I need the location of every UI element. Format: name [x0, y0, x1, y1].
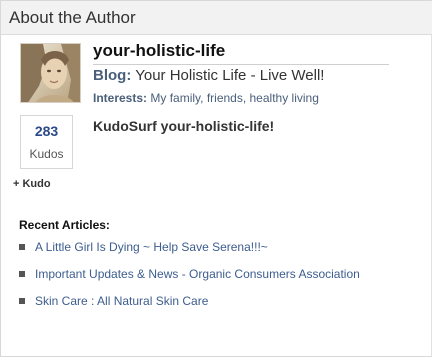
kudosurf-link[interactable]: KudoSurf your-holistic-life!	[93, 118, 274, 134]
blog-title-link[interactable]: Your Holistic Life - Live Well!	[135, 67, 324, 84]
kudo-count: 283	[34, 123, 59, 139]
recent-articles-heading: Recent Articles:	[19, 218, 110, 232]
square-bullet-icon	[19, 271, 25, 277]
article-link[interactable]: A Little Girl Is Dying ~ Help Save Seren…	[35, 240, 268, 254]
author-blog-line: Blog: Your Holistic Life - Live Well!	[93, 67, 324, 84]
article-link[interactable]: Skin Care : All Natural Skin Care	[35, 294, 208, 308]
interests-label: Interests:	[93, 91, 148, 105]
interests-value: My family, friends, healthy living	[150, 91, 319, 105]
list-item: Skin Care : All Natural Skin Care	[19, 291, 379, 312]
username-divider	[93, 64, 389, 65]
recent-articles-list: A Little Girl Is Dying ~ Help Save Seren…	[19, 237, 379, 312]
square-bullet-icon	[19, 244, 25, 250]
panel-title: About the Author	[9, 8, 136, 27]
author-username[interactable]: your-holistic-life	[93, 41, 225, 61]
avatar-photo	[21, 44, 80, 102]
square-bullet-icon	[19, 298, 25, 304]
list-item: Important Updates & News - Organic Consu…	[19, 264, 379, 285]
add-kudo-button[interactable]: + Kudo	[13, 178, 51, 190]
panel-header: About the Author	[1, 1, 432, 35]
author-avatar[interactable]	[20, 43, 81, 103]
kudo-counter: 283 Kudos	[20, 115, 73, 169]
article-link[interactable]: Important Updates & News - Organic Consu…	[35, 267, 360, 281]
kudo-count-label: Kudos	[29, 147, 64, 161]
author-interests-line: Interests: My family, friends, healthy l…	[93, 91, 319, 105]
blog-label: Blog:	[93, 67, 132, 84]
list-item: A Little Girl Is Dying ~ Help Save Seren…	[19, 237, 379, 258]
about-author-panel: About the Author your-holistic-life Blog…	[0, 0, 432, 357]
